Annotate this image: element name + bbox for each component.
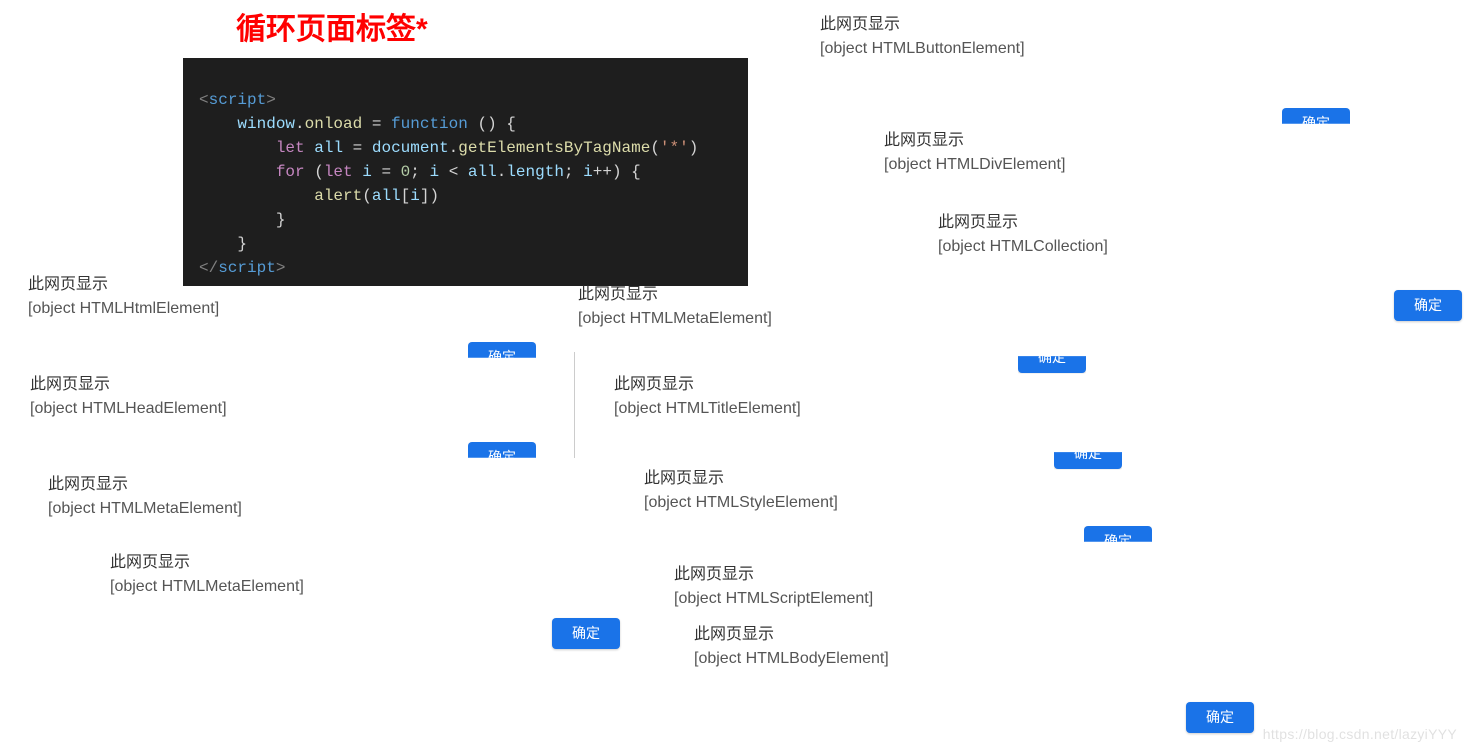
alert-message: [object HTMLMetaElement] bbox=[578, 310, 772, 328]
page-heading: 循环页面标签* bbox=[236, 4, 428, 48]
code-token: i bbox=[410, 187, 420, 205]
code-token: } bbox=[276, 211, 286, 229]
alert-title: 此网页显示 bbox=[30, 370, 227, 394]
code-token: ; bbox=[564, 163, 583, 181]
code-token: getElementsByTagName bbox=[458, 139, 650, 157]
alert-message: [object HTMLDivElement] bbox=[884, 156, 1065, 174]
code-token: [ bbox=[401, 187, 411, 205]
alert-title: 此网页显示 bbox=[938, 208, 1108, 232]
code-token: all bbox=[468, 163, 497, 181]
alert-message: [object HTMLScriptElement] bbox=[674, 590, 873, 608]
alert-dialog: 此网页显示 [object HTMLHtmlElement] bbox=[28, 270, 219, 318]
code-token: let bbox=[324, 163, 353, 181]
code-token: for bbox=[276, 163, 305, 181]
alert-message: [object HTMLButtonElement] bbox=[820, 40, 1025, 58]
alert-dialog: 此网页显示 [object HTMLMetaElement] bbox=[110, 548, 304, 596]
alert-title: 此网页显示 bbox=[694, 620, 889, 644]
alert-title: 此网页显示 bbox=[48, 470, 242, 494]
confirm-button[interactable]: 确定 bbox=[1054, 438, 1122, 469]
code-token: = bbox=[343, 139, 372, 157]
code-token: < bbox=[439, 163, 468, 181]
confirm-button[interactable]: 确定 bbox=[1282, 108, 1350, 139]
alert-title: 此网页显示 bbox=[28, 270, 219, 294]
code-token: . bbox=[449, 139, 459, 157]
alert-message: [object HTMLHeadElement] bbox=[30, 400, 227, 418]
confirm-button[interactable]: 确定 bbox=[468, 342, 536, 373]
alert-message: [object HTMLBodyElement] bbox=[694, 650, 889, 668]
code-token: let bbox=[276, 139, 305, 157]
code-token: function bbox=[391, 115, 468, 133]
code-token: ) bbox=[689, 139, 699, 157]
code-token: } bbox=[237, 235, 247, 253]
code-token: ++) { bbox=[593, 163, 641, 181]
code-token: all bbox=[314, 139, 343, 157]
code-token: all bbox=[372, 187, 401, 205]
alert-title: 此网页显示 bbox=[674, 560, 873, 584]
code-token: window bbox=[237, 115, 295, 133]
alert-dialog: 此网页显示 [object HTMLHeadElement] bbox=[30, 370, 227, 418]
code-token: > bbox=[276, 259, 286, 277]
alert-title: 此网页显示 bbox=[820, 10, 1025, 34]
alert-dialog: 此网页显示 [object HTMLMetaElement] bbox=[578, 280, 772, 328]
alert-message: [object HTMLStyleElement] bbox=[644, 494, 838, 512]
code-token: ; bbox=[410, 163, 429, 181]
code-token: < bbox=[199, 91, 209, 109]
code-token: '*' bbox=[660, 139, 689, 157]
code-token: = bbox=[372, 163, 401, 181]
alert-message: [object HTMLHtmlElement] bbox=[28, 300, 219, 318]
alert-message: [object HTMLMetaElement] bbox=[110, 578, 304, 596]
code-snippet: <script> window.onload = function () { l… bbox=[183, 58, 748, 286]
code-token: () { bbox=[468, 115, 516, 133]
watermark: https://blog.csdn.net/lazyiYYY bbox=[1263, 726, 1457, 742]
confirm-button[interactable]: 确定 bbox=[1018, 342, 1086, 373]
alert-dialog: 此网页显示 [object HTMLMetaElement] bbox=[48, 470, 242, 518]
alert-message: [object HTMLCollection] bbox=[938, 238, 1108, 256]
alert-title: 此网页显示 bbox=[578, 280, 772, 304]
code-token: ]) bbox=[420, 187, 439, 205]
code-token bbox=[305, 139, 315, 157]
confirm-button[interactable]: 确定 bbox=[552, 618, 620, 649]
code-token: script bbox=[218, 259, 276, 277]
code-token: 0 bbox=[401, 163, 411, 181]
alert-dialog: 此网页显示 [object HTMLStyleElement] bbox=[644, 464, 838, 512]
alert-dialog: 此网页显示 [object HTMLTitleElement] bbox=[614, 370, 801, 418]
divider bbox=[574, 352, 575, 458]
confirm-button[interactable]: 确定 bbox=[1084, 526, 1152, 557]
code-token: ( bbox=[362, 187, 372, 205]
alert-message: [object HTMLTitleElement] bbox=[614, 400, 801, 418]
confirm-button[interactable]: 确定 bbox=[1186, 702, 1254, 733]
alert-message: [object HTMLMetaElement] bbox=[48, 500, 242, 518]
code-token: > bbox=[266, 91, 276, 109]
code-token: . bbox=[295, 115, 305, 133]
code-token: length bbox=[506, 163, 564, 181]
alert-dialog: 此网页显示 [object HTMLButtonElement] bbox=[820, 10, 1025, 58]
code-token: ( bbox=[650, 139, 660, 157]
confirm-button[interactable]: 确定 bbox=[1394, 290, 1462, 321]
code-token: document bbox=[372, 139, 449, 157]
code-token: = bbox=[362, 115, 391, 133]
alert-dialog: 此网页显示 [object HTMLCollection] bbox=[938, 208, 1108, 256]
code-token: i bbox=[429, 163, 439, 181]
code-token: i bbox=[583, 163, 593, 181]
alert-dialog: 此网页显示 [object HTMLScriptElement] bbox=[674, 560, 873, 608]
code-token: script bbox=[209, 91, 267, 109]
code-token: ( bbox=[305, 163, 324, 181]
confirm-button[interactable]: 确定 bbox=[468, 442, 536, 473]
code-token: alert bbox=[314, 187, 362, 205]
alert-dialog: 此网页显示 [object HTMLDivElement] bbox=[884, 126, 1065, 174]
code-token: . bbox=[497, 163, 507, 181]
alert-title: 此网页显示 bbox=[644, 464, 838, 488]
alert-title: 此网页显示 bbox=[110, 548, 304, 572]
code-token: onload bbox=[305, 115, 363, 133]
code-token bbox=[353, 163, 363, 181]
code-token: i bbox=[362, 163, 372, 181]
alert-dialog: 此网页显示 [object HTMLBodyElement] bbox=[694, 620, 889, 668]
alert-title: 此网页显示 bbox=[614, 370, 801, 394]
alert-title: 此网页显示 bbox=[884, 126, 1065, 150]
